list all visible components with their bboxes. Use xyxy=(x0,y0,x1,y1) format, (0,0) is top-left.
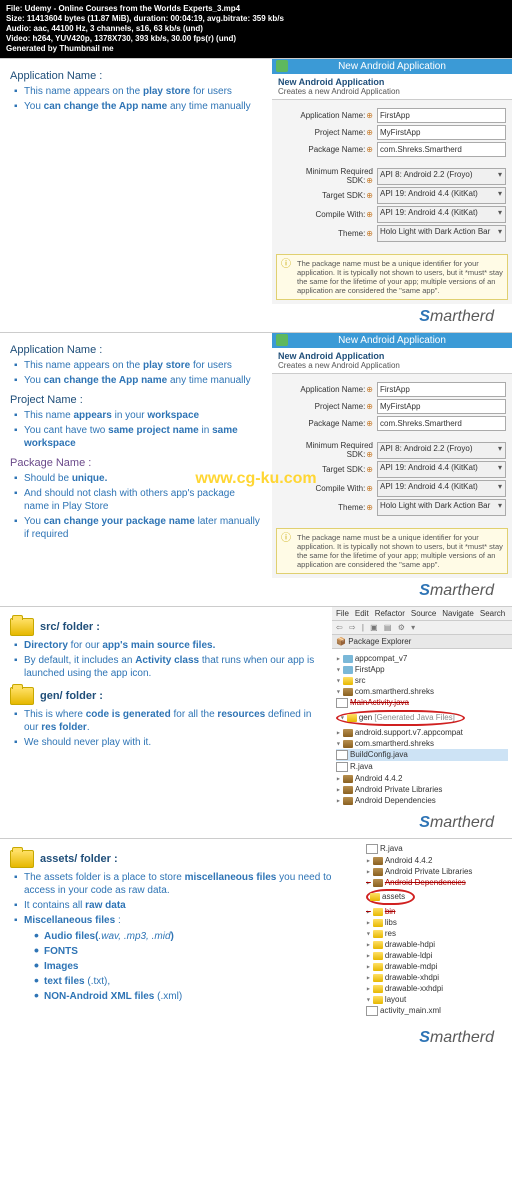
select-theme[interactable]: Holo Light with Dark Action Bar xyxy=(377,499,506,516)
bullet: The assets folder is a place to store mi… xyxy=(10,870,352,898)
bullet: And should not clash with others app's p… xyxy=(10,486,262,514)
label-pkg-name: Package Name:⊕ xyxy=(278,145,377,154)
header-line: File: Udemy - Online Courses from the Wo… xyxy=(6,4,506,14)
android-icon xyxy=(276,60,288,72)
dialog-heading: New Android Application xyxy=(278,77,506,87)
bullet: This name appears in your workspace xyxy=(10,408,262,423)
header-line: Video: h264, YUV420p, 1378X730, 393 kb/s… xyxy=(6,34,506,44)
android-dialog: New Android Application New Android Appl… xyxy=(272,59,512,304)
android-dialog: New Android Application New Android Appl… xyxy=(272,333,512,578)
slide-3: src/ folder : Directory for our app's ma… xyxy=(0,606,512,838)
sub-bullet: text files (.txt), xyxy=(30,974,352,989)
dialog-titlebar: New Android Application xyxy=(272,59,512,74)
folder-icon xyxy=(10,850,34,868)
label-tgt-sdk: Target SDK:⊕ xyxy=(278,191,377,200)
sub-bullet: Images xyxy=(30,959,352,974)
bullet: You can change your package name later m… xyxy=(10,514,262,542)
dialog-heading: New Android Application xyxy=(278,351,506,361)
label-compile: Compile With:⊕ xyxy=(278,210,377,219)
brand-logo: Smartherd xyxy=(0,810,512,838)
select-tgt-sdk[interactable]: API 19: Android 4.4 (KitKat) xyxy=(377,187,506,204)
header-line: Audio: aac, 44100 Hz, 3 channels, s16, 6… xyxy=(6,24,506,34)
select-theme[interactable]: Holo Light with Dark Action Bar xyxy=(377,225,506,242)
info-note: The package name must be a unique identi… xyxy=(276,528,508,574)
label-pkg-name: Package Name:⊕ xyxy=(278,419,377,428)
section-title: src/ folder : xyxy=(10,618,322,636)
label-theme: Theme:⊕ xyxy=(278,229,377,238)
ide-toolbar[interactable]: ⇦ ⇨ | ▣ ▤ ⚙ ▾ xyxy=(332,621,512,635)
brand-logo: Smartherd xyxy=(0,1025,512,1053)
highlight-circle: ▾gen [Generated Java Files] xyxy=(336,710,465,726)
brand-logo: Smartherd xyxy=(0,304,512,332)
folder-icon xyxy=(10,618,34,636)
bullet: Miscellaneous files : Audio files(.wav, … xyxy=(10,913,352,1011)
bullet: You can change the App name any time man… xyxy=(10,99,262,114)
label-app-name: Application Name:⊕ xyxy=(278,111,377,120)
sub-bullet: Audio files(.wav, .mp3, .mid) xyxy=(30,929,352,944)
package-explorer-tree[interactable]: ▸appcompat_v7 ▾FirstApp ▾src ▾com.smarth… xyxy=(332,649,512,810)
select-compile[interactable]: API 19: Android 4.4 (KitKat) xyxy=(377,206,506,223)
package-explorer-title: 📦 Package Explorer xyxy=(332,635,512,649)
input-pkg-name[interactable]: com.Shreks.Smartherd xyxy=(377,416,506,431)
dialog-subheading: Creates a new Android Application xyxy=(278,361,506,370)
bullet: This name appears on the play store for … xyxy=(10,358,262,373)
select-min-sdk[interactable]: API 8: Android 2.2 (Froyo) xyxy=(377,168,506,185)
input-app-name[interactable]: FirstApp xyxy=(377,382,506,397)
bullet: You can change the App name any time man… xyxy=(10,373,262,388)
select-min-sdk[interactable]: API 8: Android 2.2 (Froyo) xyxy=(377,442,506,459)
bullet: You cant have two same project name in s… xyxy=(10,423,262,451)
slide-2: Application Name : This name appears on … xyxy=(0,332,512,606)
section-title: Package Name : xyxy=(10,457,262,469)
label-min-sdk: Minimum Required SDK:⊕ xyxy=(278,441,377,459)
section-title: Application Name : xyxy=(10,344,262,356)
folder-icon xyxy=(10,687,34,705)
brand-logo: Smartherd xyxy=(0,578,512,606)
highlight-circle: assets xyxy=(366,889,415,905)
section-title: Project Name : xyxy=(10,394,262,406)
header-line: Size: 11413604 bytes (11.87 MiB), durati… xyxy=(6,14,506,24)
bullet: We should never play with it. xyxy=(10,735,322,750)
ide-menubar[interactable]: FileEditRefactorSourceNavigateSearch xyxy=(332,607,512,621)
dialog-subheading: Creates a new Android Application xyxy=(278,87,506,96)
android-icon xyxy=(276,334,288,346)
input-proj-name[interactable]: MyFirstApp xyxy=(377,125,506,140)
input-pkg-name[interactable]: com.Shreks.Smartherd xyxy=(377,142,506,157)
info-note: The package name must be a unique identi… xyxy=(276,254,508,300)
header-line: Generated by Thumbnail me xyxy=(6,44,506,54)
package-explorer-tree[interactable]: R.java ▸Android 4.4.2 ▸Android Private L… xyxy=(362,839,512,1021)
sub-bullet: NON-Android XML files (.xml) xyxy=(30,989,352,1004)
label-min-sdk: Minimum Required SDK:⊕ xyxy=(278,167,377,185)
slide-1: Application Name : This name appears on … xyxy=(0,58,512,332)
label-theme: Theme:⊕ xyxy=(278,503,377,512)
media-info-header: File: Udemy - Online Courses from the Wo… xyxy=(0,0,512,58)
section-title: gen/ folder : xyxy=(10,687,322,705)
select-tgt-sdk[interactable]: API 19: Android 4.4 (KitKat) xyxy=(377,461,506,478)
bullet: Directory for our app's main source file… xyxy=(10,638,322,653)
label-proj-name: Project Name:⊕ xyxy=(278,402,377,411)
bullet: This name appears on the play store for … xyxy=(10,84,262,99)
select-compile[interactable]: API 19: Android 4.4 (KitKat) xyxy=(377,480,506,497)
label-app-name: Application Name:⊕ xyxy=(278,385,377,394)
input-app-name[interactable]: FirstApp xyxy=(377,108,506,123)
bullet: By default, it includes an Activity clas… xyxy=(10,653,322,681)
section-title: Application Name : xyxy=(10,70,262,82)
bullet: It contains all raw data xyxy=(10,898,352,913)
sub-bullet: FONTS xyxy=(30,944,352,959)
label-proj-name: Project Name:⊕ xyxy=(278,128,377,137)
slide-4: assets/ folder : The assets folder is a … xyxy=(0,838,512,1053)
section-title: assets/ folder : xyxy=(10,850,352,868)
watermark: www.cg-ku.com xyxy=(195,470,316,488)
bullet: This is where code is generated for all … xyxy=(10,707,322,735)
dialog-titlebar: New Android Application xyxy=(272,333,512,348)
input-proj-name[interactable]: MyFirstApp xyxy=(377,399,506,414)
